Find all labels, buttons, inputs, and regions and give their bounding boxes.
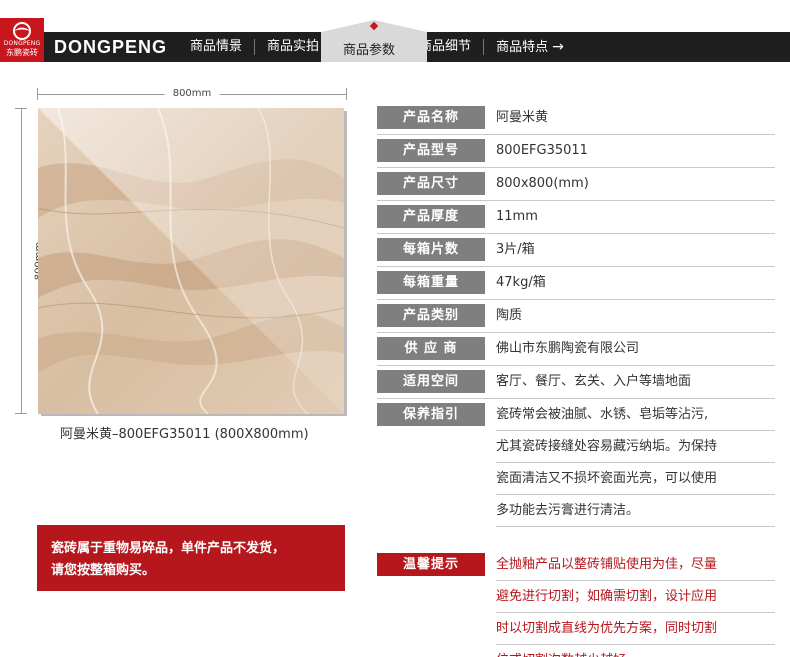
- tips-line: 全抛釉产品以整砖铺贴使用为佳，尽量: [496, 549, 775, 581]
- spec-label: 供 应 商: [377, 337, 485, 360]
- spec-value: 47kg/箱: [496, 275, 546, 290]
- spec-row-weight: 每箱重量 47kg/箱: [377, 267, 775, 300]
- spec-label: 产品尺寸: [377, 172, 485, 195]
- tips-line: 避免进行切割；如确需切割，设计应用: [496, 581, 775, 613]
- spec-value: 客厅、餐厅、玄关、入户等墙地面: [496, 374, 692, 389]
- spec-row-model: 产品型号 800EFG35011: [377, 135, 775, 168]
- tips-line: 位或切割次数越少越好。: [496, 645, 775, 657]
- spec-value: 800x800(mm): [496, 176, 589, 191]
- tips-label: 温馨提示: [377, 553, 485, 576]
- width-label: 800mm: [164, 86, 220, 102]
- spec-label: 适用空间: [377, 370, 485, 393]
- spec-value: 佛山市东鹏陶瓷有限公司: [496, 341, 640, 356]
- spec-row-size: 产品尺寸 800x800(mm): [377, 168, 775, 201]
- arrow-right-icon: →: [552, 39, 564, 55]
- spec-table: 产品名称 阿曼米黄 产品型号 800EFG35011 产品尺寸 800x800(…: [377, 102, 775, 657]
- logo-en-text: DONGPENG: [3, 40, 41, 47]
- spec-label: 每箱片数: [377, 238, 485, 261]
- spec-value: 阿曼米黄: [496, 110, 549, 125]
- spec-row-category: 产品类别 陶质: [377, 300, 775, 333]
- spec-label: 产品类别: [377, 304, 485, 327]
- spec-row-space: 适用空间 客厅、餐厅、玄关、入户等墙地面: [377, 366, 775, 399]
- notice-line-1: 瓷砖属于重物易碎品，单件产品不发货，: [51, 541, 286, 556]
- care-line: 瓷面清洁又不损坏瓷面光亮，可以使用: [496, 463, 775, 495]
- spec-value: 3片/箱: [496, 242, 535, 257]
- brand-logo[interactable]: DONGPENG 东鹏瓷砖: [0, 18, 44, 62]
- spec-label: 产品型号: [377, 139, 485, 162]
- tile-caption: 阿曼米黄–800EFG35011 (800X800mm): [60, 427, 309, 442]
- spec-row-tips: 温馨提示 全抛釉产品以整砖铺贴使用为佳，尽量 避免进行切割；如确需切割，设计应用…: [377, 549, 775, 657]
- tile-image: [38, 108, 344, 414]
- nav-item-scene[interactable]: 商品情景: [178, 32, 254, 62]
- spec-value: 800EFG35011: [496, 143, 588, 158]
- nav-item-features[interactable]: 商品特点 →: [484, 32, 576, 62]
- shipping-notice: 瓷砖属于重物易碎品，单件产品不发货， 请您按整箱购买。: [37, 525, 345, 591]
- care-line: 多功能去污膏进行清洁。: [496, 495, 775, 527]
- tips-line: 时以切割成直线为优先方案，同时切割: [496, 613, 775, 645]
- spec-row-name: 产品名称 阿曼米黄: [377, 102, 775, 135]
- notice-line-2: 请您按整箱购买。: [51, 563, 156, 578]
- spec-label: 产品名称: [377, 106, 485, 129]
- spec-value: 陶质: [496, 308, 523, 323]
- nav-item-params[interactable]: 商品参数: [321, 20, 428, 62]
- spec-row-supplier: 供 应 商 佛山市东鹏陶瓷有限公司: [377, 333, 775, 366]
- width-dimension: 800mm: [37, 86, 347, 102]
- nav-item-photos[interactable]: 商品实拍: [255, 32, 331, 62]
- logo-swirl-icon: [13, 22, 31, 40]
- care-line: 尤其瓷砖接缝处容易藏污纳垢。为保持: [496, 431, 775, 463]
- spec-row-thickness: 产品厚度 11mm: [377, 201, 775, 234]
- brand-wordmark: DONGPENG: [54, 37, 168, 57]
- spec-row-pieces: 每箱片数 3片/箱: [377, 234, 775, 267]
- top-nav-bar: DONGPENG 东鹏瓷砖 DONGPENG 商品情景 商品实拍 商品参数 商品…: [0, 0, 790, 62]
- spec-row-care: 保养指引 瓷砖常会被油腻、水锈、皂垢等沾污, 尤其瓷砖接缝处容易藏污纳垢。为保持…: [377, 399, 775, 527]
- logo-cn-text: 东鹏瓷砖: [6, 48, 38, 57]
- height-dimension: 800mm: [13, 108, 47, 414]
- care-line: 瓷砖常会被油腻、水锈、皂垢等沾污,: [496, 399, 775, 431]
- spec-label: 每箱重量: [377, 271, 485, 294]
- spec-value: 11mm: [496, 209, 538, 224]
- spec-label: 产品厚度: [377, 205, 485, 228]
- nav-menu: 商品情景 商品实拍 商品参数 商品细节 商品特点 →: [178, 20, 576, 62]
- care-label: 保养指引: [377, 403, 485, 426]
